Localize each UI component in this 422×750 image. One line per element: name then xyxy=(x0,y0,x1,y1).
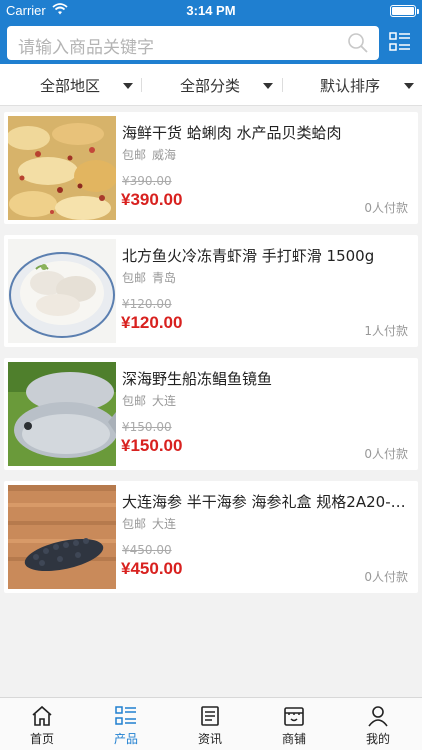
user-icon xyxy=(368,706,388,727)
app-header: Carrier 3:14 PM 请输入商品关键字 xyxy=(0,0,422,64)
home-icon xyxy=(32,705,52,726)
filter-sort-label: 默认排序 xyxy=(320,77,381,95)
product-card[interactable]: 北方鱼火冷冻青虾滑 手打虾滑 1500g 包邮 青岛 ¥120.00 ¥120.0… xyxy=(4,235,418,347)
product-price: ¥150.00 xyxy=(121,436,183,455)
filter-region-label: 全部地区 xyxy=(40,77,101,95)
tab-label: 资讯 xyxy=(197,732,222,746)
product-original-price: ¥150.00 xyxy=(122,420,172,434)
shop-icon xyxy=(284,707,304,726)
product-price: ¥390.00 xyxy=(121,190,183,209)
product-original-price: ¥120.00 xyxy=(122,297,172,311)
product-title: 大连海参 半干海参 海参礼盒 规格2A20-1... xyxy=(122,493,412,511)
product-title: 深海野生船冻鲳鱼镜鱼 xyxy=(122,370,273,388)
tab-shops[interactable]: 商铺 xyxy=(252,698,336,750)
product-title: 海鲜干货 蛤蜊肉 水产品贝类蛤肉 xyxy=(122,124,342,142)
tab-label: 产品 xyxy=(113,732,138,746)
product-original-price: ¥390.00 xyxy=(122,174,172,188)
product-sales-count: 1人付款 xyxy=(364,324,408,338)
filter-sort[interactable]: 默认排序 xyxy=(282,64,422,106)
product-card[interactable]: 海鲜干货 蛤蜊肉 水产品贝类蛤肉 包邮 威海 ¥390.00 ¥390.00 0人… xyxy=(4,112,418,224)
tab-home[interactable]: 首页 xyxy=(0,698,84,750)
product-sales-count: 0人付款 xyxy=(364,201,408,215)
tab-products[interactable]: 产品 xyxy=(84,698,168,750)
chevron-down-icon xyxy=(263,83,273,89)
product-image xyxy=(8,485,116,589)
news-icon xyxy=(201,706,219,726)
product-image xyxy=(8,239,116,343)
status-time: 3:14 PM xyxy=(186,3,236,18)
product-image xyxy=(8,362,116,466)
search-icon[interactable] xyxy=(347,32,369,54)
search-input[interactable]: 请输入商品关键字 xyxy=(7,26,379,60)
filter-category-label: 全部分类 xyxy=(180,77,241,95)
product-card[interactable]: 大连海参 半干海参 海参礼盒 规格2A20-1... 包邮 大连 ¥450.00 … xyxy=(4,481,418,593)
product-sales-count: 0人付款 xyxy=(364,447,408,461)
product-title: 北方鱼火冷冻青虾滑 手打虾滑 1500g xyxy=(122,247,375,265)
chevron-down-icon xyxy=(123,83,133,89)
product-image xyxy=(8,116,116,220)
product-shipping-location: 包邮 青岛 xyxy=(122,271,177,285)
product-shipping-location: 包邮 威海 xyxy=(122,148,177,162)
product-original-price: ¥450.00 xyxy=(122,543,172,557)
product-sales-count: 0人付款 xyxy=(364,570,408,584)
product-price: ¥120.00 xyxy=(121,313,183,332)
tab-news[interactable]: 资讯 xyxy=(168,698,252,750)
product-card[interactable]: 深海野生船冻鲳鱼镜鱼 包邮 大连 ¥150.00 ¥150.00 0人付款 xyxy=(4,358,418,470)
category-menu-icon[interactable] xyxy=(389,31,411,53)
search-placeholder: 请输入商品关键字 xyxy=(18,38,154,58)
tab-label: 首页 xyxy=(29,732,54,746)
product-price: ¥450.00 xyxy=(121,559,183,578)
tab-label: 商铺 xyxy=(281,732,306,746)
filter-bar: 全部地区 全部分类 默认排序 xyxy=(0,64,422,106)
filter-category[interactable]: 全部分类 xyxy=(141,64,281,106)
product-list-icon xyxy=(115,706,136,725)
tab-label: 我的 xyxy=(365,732,390,746)
chevron-down-icon xyxy=(404,83,414,89)
product-shipping-location: 包邮 大连 xyxy=(122,517,177,531)
filter-region[interactable]: 全部地区 xyxy=(0,64,140,106)
product-shipping-location: 包邮 大连 xyxy=(122,394,177,408)
battery-icon xyxy=(390,5,419,17)
bottom-tab-bar: 首页 产品 资讯 商铺 我的 xyxy=(0,697,422,750)
status-bar: Carrier 3:14 PM xyxy=(0,0,422,22)
tab-profile[interactable]: 我的 xyxy=(336,698,420,750)
